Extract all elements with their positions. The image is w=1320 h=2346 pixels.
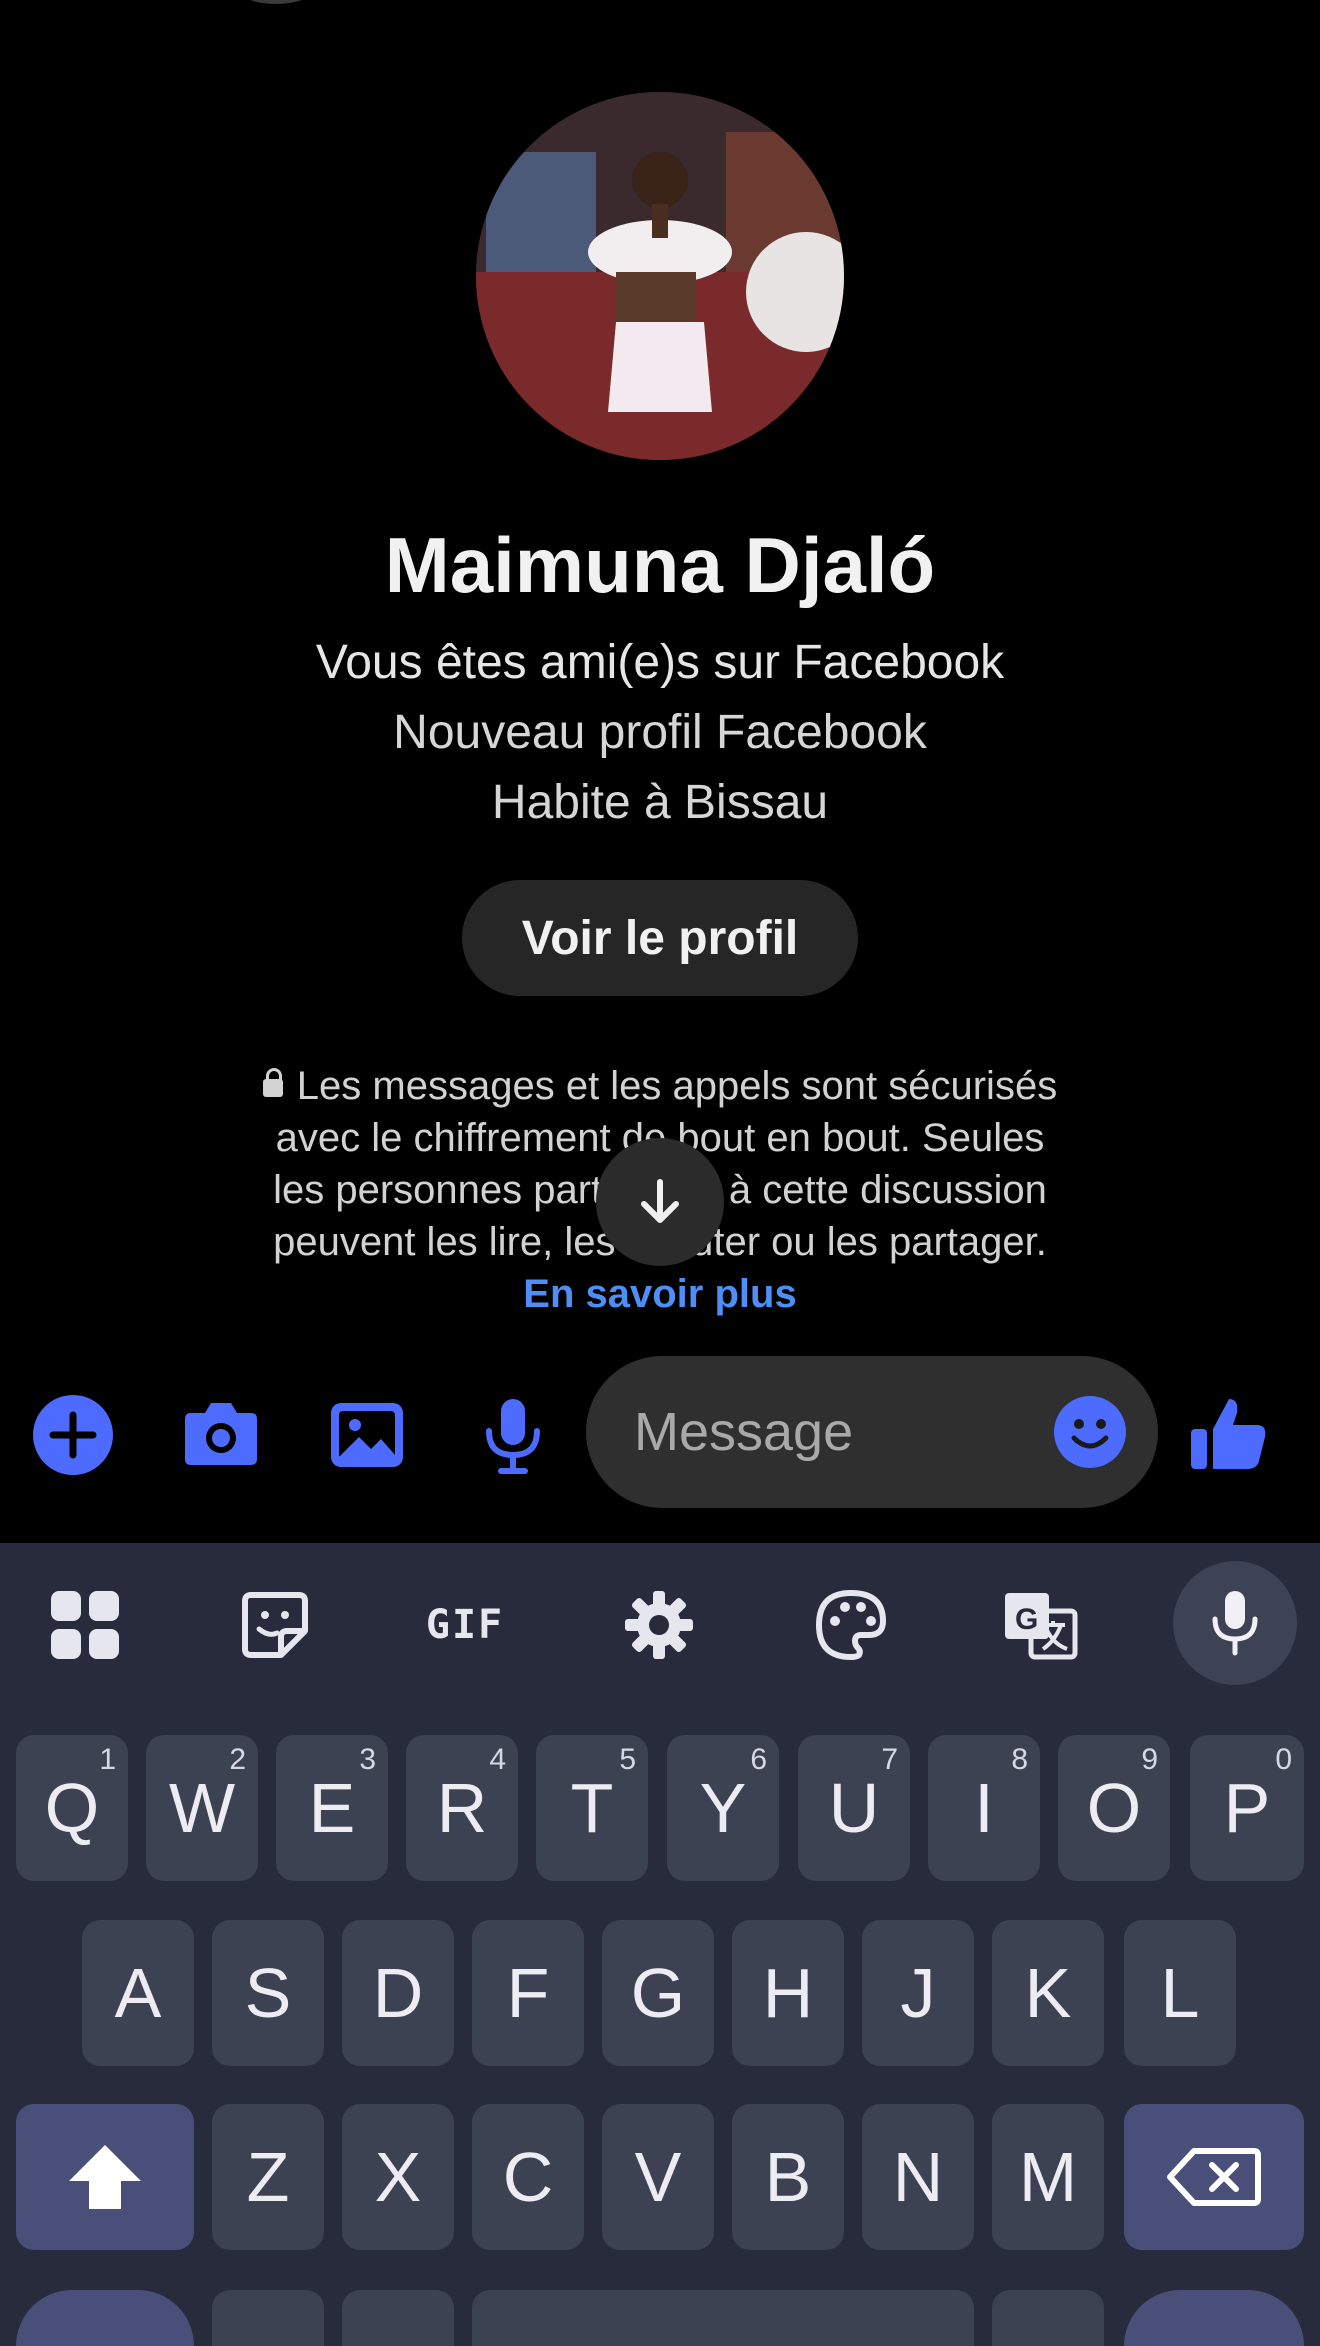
keyboard-theme-button[interactable] xyxy=(806,1580,896,1670)
key-c[interactable]: C xyxy=(472,2104,584,2250)
key-n[interactable]: N xyxy=(862,2104,974,2250)
gallery-button[interactable] xyxy=(322,1390,412,1480)
friend-status: Vous êtes ami(e)s sur Facebook xyxy=(315,636,1005,689)
microphone-icon xyxy=(1212,1591,1258,1656)
apps-grid-icon xyxy=(51,1591,119,1659)
key-s[interactable]: S xyxy=(212,1920,324,2066)
keyboard-settings-button[interactable] xyxy=(614,1580,704,1670)
translate-icon: G xyxy=(1005,1593,1078,1660)
sticker-icon xyxy=(242,1592,308,1658)
emoji-icon[interactable] xyxy=(1052,1394,1128,1470)
lock-icon xyxy=(262,1068,283,1097)
camera-button[interactable] xyxy=(176,1390,266,1480)
arrow-down-icon xyxy=(641,1179,679,1223)
gif-label: GIF xyxy=(425,1602,505,1648)
camera-icon xyxy=(185,1403,257,1465)
backspace-key[interactable] xyxy=(1124,2104,1304,2250)
key-w[interactable]: W2 xyxy=(146,1735,258,1881)
key-h[interactable]: H xyxy=(732,1920,844,2066)
contact-location: Habite à Bissau xyxy=(491,776,829,829)
symbols-key[interactable] xyxy=(16,2290,194,2346)
key-o[interactable]: O9 xyxy=(1058,1735,1170,1881)
key-v[interactable]: V xyxy=(602,2104,714,2250)
contact-avatar[interactable] xyxy=(476,92,844,460)
key-p[interactable]: P0 xyxy=(1190,1735,1304,1881)
contact-name: Maimuna Djaló xyxy=(384,521,936,609)
keyboard-sticker-button[interactable] xyxy=(230,1580,320,1670)
key-f[interactable]: F xyxy=(472,1920,584,2066)
key-z[interactable]: Z xyxy=(212,2104,324,2250)
backspace-icon xyxy=(1167,2148,1261,2206)
key-k[interactable]: K xyxy=(992,1920,1104,2066)
settings-icon xyxy=(625,1591,693,1659)
key-j[interactable]: J xyxy=(862,1920,974,2066)
keyboard-translate-button[interactable]: G xyxy=(996,1580,1086,1670)
send-like-button[interactable] xyxy=(1184,1390,1274,1480)
keyboard-voice-input-button[interactable] xyxy=(1173,1561,1297,1685)
key-e[interactable]: E3 xyxy=(276,1735,388,1881)
plus-icon xyxy=(33,1395,113,1475)
key-g[interactable]: G xyxy=(602,1920,714,2066)
emoji-key[interactable] xyxy=(212,2290,324,2346)
voice-message-button[interactable] xyxy=(468,1390,558,1480)
gallery-icon xyxy=(331,1403,403,1467)
palette-icon xyxy=(815,1589,887,1661)
key-l[interactable]: L xyxy=(1124,1920,1236,2066)
shift-icon xyxy=(69,2145,141,2209)
scroll-to-bottom-button[interactable] xyxy=(596,1138,724,1266)
key-x[interactable]: X xyxy=(342,2104,454,2250)
message-input-container[interactable] xyxy=(586,1356,1158,1508)
key-d[interactable]: D xyxy=(342,1920,454,2066)
language-key[interactable] xyxy=(342,2290,454,2346)
profile-note: Nouveau profil Facebook xyxy=(393,706,927,759)
encryption-notice-line: Les messages et les appels sont sécurisé… xyxy=(190,1060,1130,1112)
period-key[interactable] xyxy=(992,2290,1104,2346)
key-u[interactable]: U7 xyxy=(798,1735,910,1881)
keyboard-apps-button[interactable] xyxy=(40,1580,130,1670)
thumbs-up-icon xyxy=(1191,1399,1266,1469)
key-a[interactable]: A xyxy=(82,1920,194,2066)
view-profile-button[interactable]: Voir le profil xyxy=(462,880,858,996)
svg-text:G: G xyxy=(1015,1603,1038,1636)
key-y[interactable]: Y6 xyxy=(667,1735,779,1881)
space-key[interactable] xyxy=(472,2290,974,2346)
key-q[interactable]: Q1 xyxy=(16,1735,128,1881)
key-r[interactable]: R4 xyxy=(406,1735,518,1881)
key-t[interactable]: T5 xyxy=(536,1735,648,1881)
message-input[interactable] xyxy=(632,1400,1016,1464)
shift-key[interactable] xyxy=(16,2104,194,2250)
header-avatar-partial xyxy=(236,0,316,4)
microphone-icon xyxy=(486,1399,540,1474)
learn-more-link[interactable]: En savoir plus xyxy=(523,1272,796,1316)
key-b[interactable]: B xyxy=(732,2104,844,2250)
key-m[interactable]: M xyxy=(992,2104,1104,2250)
enter-key[interactable] xyxy=(1124,2290,1304,2346)
key-i[interactable]: I8 xyxy=(928,1735,1040,1881)
more-actions-button[interactable] xyxy=(28,1390,118,1480)
keyboard-gif-button[interactable]: GIF xyxy=(420,1580,510,1670)
